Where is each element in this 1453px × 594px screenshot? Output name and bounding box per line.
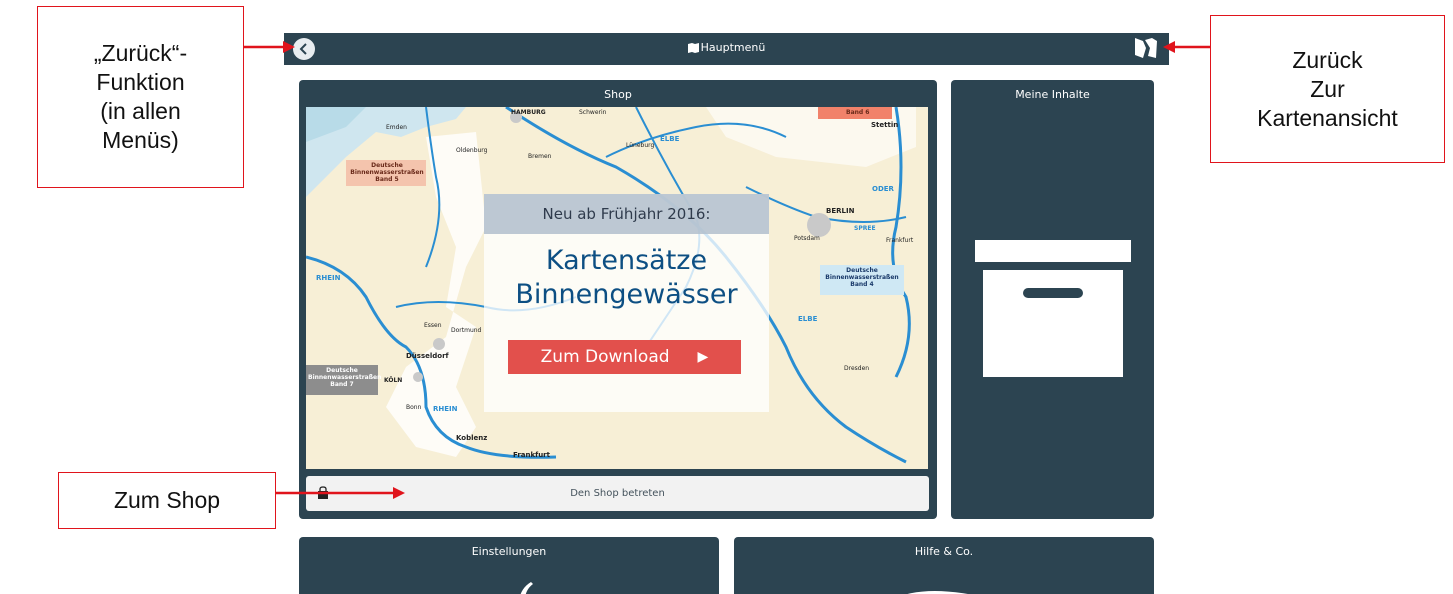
- map-label-band4: Deutsche Binnenwasserstraßen Band 4: [825, 267, 899, 288]
- promo-title-line2: Binnengewässer: [515, 279, 738, 310]
- annotation-back-line3: (in allen: [100, 98, 181, 124]
- map-label-frankfurt: Frankfurt: [513, 451, 550, 459]
- map-label-koeln: KÖLN: [384, 377, 403, 384]
- map-label-emden: Emden: [386, 124, 407, 131]
- map-label-band5: Deutsche Binnenwasserstraßen Band 5: [350, 162, 424, 183]
- map-label-elbe-south: ELBE: [798, 315, 818, 323]
- archive-box-icon: [983, 270, 1123, 377]
- map-label-hamburg: HAMBURG: [511, 109, 546, 116]
- promo-title-line1: Kartensätze: [545, 245, 708, 276]
- annotation-map-line2: Zur: [1310, 75, 1345, 102]
- annotation-back-line4: Menüs): [102, 127, 179, 153]
- map-label-koblenz: Koblenz: [456, 434, 488, 442]
- help-icon: [907, 591, 968, 594]
- annotation-map-line1: Zurück: [1292, 46, 1363, 73]
- annotation-map-line3: Kartenansicht: [1257, 104, 1398, 131]
- settings-panel[interactable]: Einstellungen: [299, 537, 719, 594]
- enter-shop-label: Den Shop betreten: [570, 488, 665, 499]
- map-label-lueneburg: Lüneburg: [626, 142, 655, 149]
- map-icon: [687, 42, 699, 53]
- map-label-duesseldorf: Düsseldorf: [406, 352, 449, 360]
- enter-shop-button[interactable]: Den Shop betreten: [306, 476, 929, 511]
- shop-panel: Shop Deutsche Binnenwasserstraßen Band 5…: [299, 80, 937, 519]
- map-label-bremen: Bremen: [528, 153, 552, 160]
- map-label-stettin: Stettin: [871, 121, 899, 129]
- map-label-dortmund: Dortmund: [451, 327, 482, 334]
- annotation-back-line1: „Zurück“-: [93, 40, 188, 66]
- map-label-essen: Essen: [424, 322, 442, 329]
- shopping-bag-icon: [318, 486, 328, 499]
- archive-box-handle: [1023, 288, 1083, 298]
- wrench-icon: [520, 582, 533, 594]
- map-label-berlin: BERLIN: [826, 207, 855, 215]
- annotation-map-view: Zurück Zur Kartenansicht: [1210, 15, 1445, 163]
- header-title-text: Hauptmenü: [700, 41, 766, 54]
- play-arrow-icon: ▶: [697, 349, 709, 365]
- map-label-bonn: Bonn: [406, 404, 422, 411]
- archive-box-icon-lid: [975, 240, 1131, 262]
- map-label-rhein: RHEIN: [316, 274, 341, 282]
- map-label-frankfurt-oder: Frankfurt: [886, 237, 914, 244]
- map-label-oder: ODER: [872, 185, 894, 193]
- map-label-rhein-south: RHEIN: [433, 405, 458, 413]
- settings-title: Einstellungen: [471, 545, 547, 558]
- annotation-shop: Zum Shop: [58, 472, 276, 529]
- arrow-map-view: [1163, 41, 1210, 53]
- map-label-band7: Deutsche Binnenwasserstraßen Band 7: [308, 367, 382, 388]
- map-label-elbe: ELBE: [660, 135, 680, 143]
- map-label-schwerin: Schwerin: [579, 109, 607, 116]
- shop-panel-title: Shop: [604, 88, 632, 101]
- annotation-back-line2: Funktion: [96, 69, 185, 95]
- my-contents-panel[interactable]: Meine Inhalte: [951, 80, 1154, 519]
- help-title: Hilfe & Co.: [914, 545, 974, 558]
- app-screen: Hauptmenü Shop Deutsche Binnenwasserstra…: [0, 0, 1453, 594]
- map-label-dresden: Dresden: [844, 365, 870, 372]
- download-button[interactable]: Zum Download ▶: [508, 340, 741, 374]
- my-contents-title: Meine Inhalte: [1015, 88, 1090, 101]
- promo-headline: Neu ab Frühjahr 2016:: [484, 194, 769, 234]
- header-bar: Hauptmenü: [284, 33, 1169, 65]
- map-view-button[interactable]: [1134, 36, 1158, 60]
- annotation-shop-text: Zum Shop: [113, 487, 221, 513]
- annotation-back-function: „Zurück“- Funktion (in allen Menüs): [37, 6, 244, 188]
- map-label-potsdam: Potsdam: [794, 235, 820, 242]
- help-panel[interactable]: Hilfe & Co.: [734, 537, 1154, 594]
- map-label-oldenburg: Oldenburg: [456, 147, 488, 154]
- header-title: Hauptmenü: [284, 41, 1169, 54]
- download-button-label: Zum Download: [540, 347, 670, 367]
- map-label-band6: Band 6: [846, 109, 870, 116]
- map-label-spree: SPREE: [854, 225, 876, 232]
- promo-overlay: Neu ab Frühjahr 2016: Kartensätze Binnen…: [484, 194, 769, 412]
- shop-banner-map[interactable]: Deutsche Binnenwasserstraßen Band 5 Deut…: [306, 107, 928, 469]
